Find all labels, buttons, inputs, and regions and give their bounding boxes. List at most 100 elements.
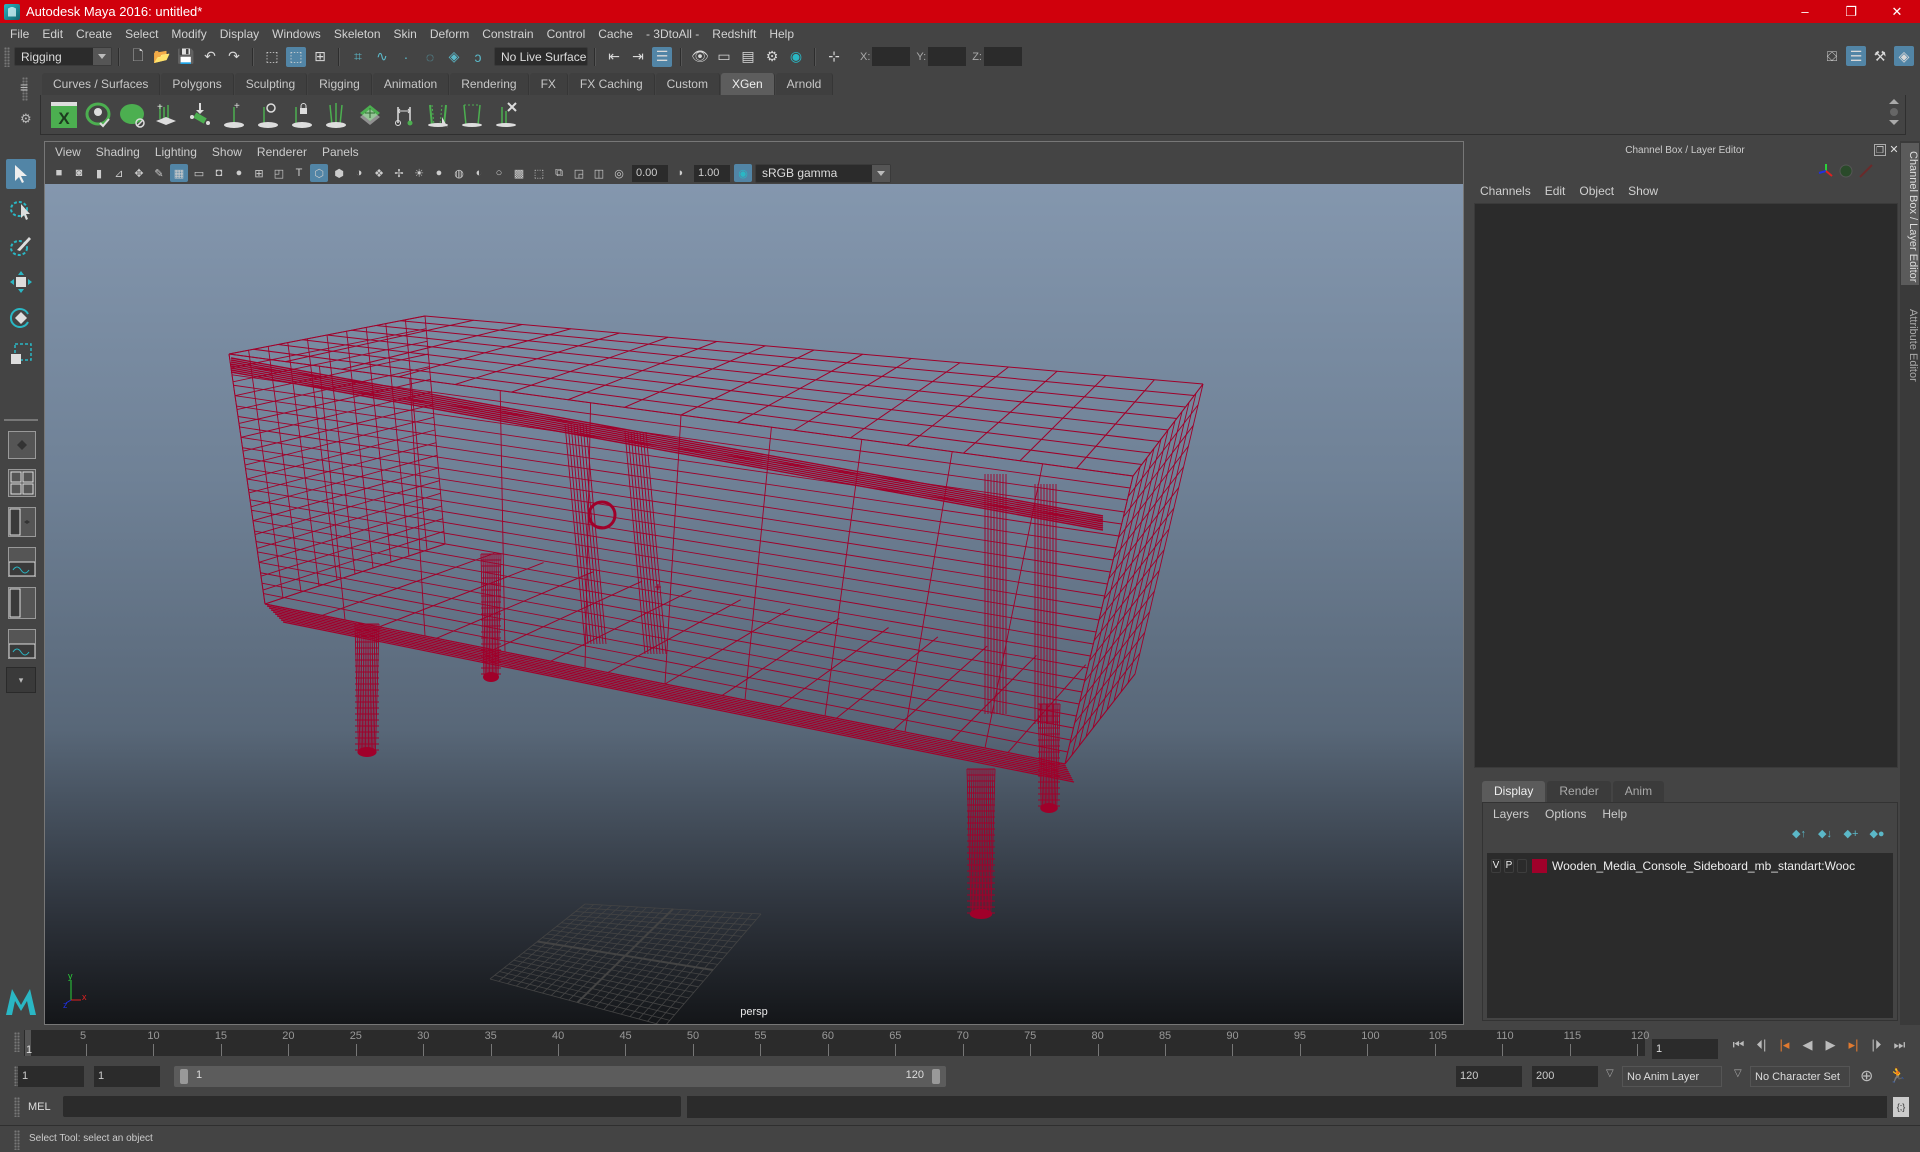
- animation-preferences-icon[interactable]: 🏃: [1888, 1066, 1907, 1084]
- shelf-tab-custom[interactable]: Custom: [655, 73, 720, 95]
- tool-settings-icon[interactable]: ⚒: [1870, 46, 1890, 66]
- image-plane-icon[interactable]: ⊿: [110, 164, 128, 182]
- menu-file[interactable]: File: [10, 27, 29, 41]
- select-camera-icon[interactable]: ■: [50, 164, 68, 182]
- grid-toggle-icon[interactable]: ▦: [170, 164, 188, 182]
- modeling-toolkit-icon[interactable]: ⛋: [1822, 46, 1842, 66]
- cb-menu-object[interactable]: Object: [1579, 184, 1614, 198]
- cb-menu-show[interactable]: Show: [1628, 184, 1658, 198]
- use-all-lights-icon[interactable]: ✢: [390, 164, 408, 182]
- viewport-menu-renderer[interactable]: Renderer: [257, 145, 307, 159]
- menu-display[interactable]: Display: [220, 27, 259, 41]
- script-editor-icon[interactable]: {;}: [1893, 1097, 1909, 1117]
- wireframe-icon[interactable]: ⬡: [310, 164, 328, 182]
- bookmark-icon[interactable]: ▮: [90, 164, 108, 182]
- layer-tab-anim[interactable]: Anim: [1612, 781, 1665, 802]
- snap-grid-icon[interactable]: ⌗: [348, 47, 368, 67]
- 2d-pan-zoom-icon[interactable]: ✥: [130, 164, 148, 182]
- add-guide-icon[interactable]: +: [219, 100, 249, 130]
- scale-tool-icon[interactable]: [6, 339, 36, 369]
- camera-attributes-icon[interactable]: ◙: [70, 164, 88, 182]
- select-component-icon[interactable]: ⊞: [310, 47, 330, 67]
- help-line-grip[interactable]: [14, 1130, 20, 1150]
- shelf-tab-curves-surfaces[interactable]: Curves / Surfaces: [42, 73, 161, 95]
- guide-tool-icon[interactable]: [457, 100, 487, 130]
- viewport-menu-view[interactable]: View: [55, 145, 81, 159]
- shelf-tab-fx[interactable]: FX: [529, 73, 568, 95]
- input-ops-icon[interactable]: ⇤: [604, 47, 624, 67]
- undo-icon[interactable]: ↶: [200, 47, 220, 67]
- le-menu-layers[interactable]: Layers: [1493, 807, 1529, 821]
- menu-select[interactable]: Select: [125, 27, 158, 41]
- save-scene-icon[interactable]: 💾: [176, 47, 196, 67]
- menu-edit[interactable]: Edit: [42, 27, 63, 41]
- time-slider-track[interactable]: 1 5 10 15 20 25 30 35 40 45 50 55 60 65 70 75 80 85 90 95 1…: [24, 1030, 1649, 1056]
- menu-cache[interactable]: Cache: [598, 27, 633, 41]
- construction-history-icon[interactable]: ☰: [652, 46, 672, 67]
- xray-icon[interactable]: ▩: [510, 164, 528, 182]
- add-guides-icon[interactable]: +: [151, 100, 181, 130]
- persp-outliner-graph-layout-icon[interactable]: [8, 629, 36, 659]
- step-back-key-icon[interactable]: |◂: [1773, 1033, 1796, 1057]
- menu-windows[interactable]: Windows: [272, 27, 321, 41]
- cb-menu-channels[interactable]: Channels: [1480, 184, 1531, 198]
- hyperbolic-icon[interactable]: [1858, 163, 1874, 179]
- field-chart-icon[interactable]: ⊞: [250, 164, 268, 182]
- shelf-tab-fx-caching[interactable]: FX Caching: [568, 73, 655, 95]
- range-end-handle[interactable]: [932, 1069, 940, 1084]
- auto-key-icon[interactable]: ⊕: [1860, 1066, 1873, 1086]
- redo-icon[interactable]: ↷: [224, 47, 244, 67]
- script-language-label[interactable]: MEL: [28, 1101, 51, 1113]
- four-view-layout-icon[interactable]: [8, 469, 36, 497]
- render-current-frame-icon[interactable]: ▭: [714, 47, 734, 67]
- character-set-dropdown[interactable]: No Character Set: [1750, 1066, 1850, 1087]
- float-panel-icon[interactable]: ❐: [1874, 144, 1886, 156]
- viewport-menu-lighting[interactable]: Lighting: [155, 145, 197, 159]
- x-field[interactable]: [872, 47, 911, 66]
- open-scene-icon[interactable]: 📂: [152, 47, 172, 67]
- menu-3dtoall[interactable]: - 3DtoAll -: [646, 27, 699, 41]
- move-guides-icon[interactable]: [389, 100, 419, 130]
- le-menu-help[interactable]: Help: [1602, 807, 1627, 821]
- motion-blur-icon[interactable]: ◍: [450, 164, 468, 182]
- wireframe-on-shaded-icon[interactable]: ◑: [350, 164, 368, 182]
- channel-box-content[interactable]: [1474, 203, 1898, 768]
- close-panel-icon[interactable]: ✕: [1888, 144, 1900, 156]
- film-gate-icon[interactable]: ▭: [190, 164, 208, 182]
- animation-start-field[interactable]: 1: [18, 1066, 84, 1087]
- select-hierarchy-icon[interactable]: ⬚: [262, 47, 282, 67]
- transform-mode-icon[interactable]: ⊹: [824, 47, 844, 67]
- shelf-tab-sculpting[interactable]: Sculpting: [234, 73, 308, 95]
- snap-live-icon[interactable]: ↄ: [468, 47, 488, 67]
- layer-color-swatch[interactable]: [1532, 859, 1547, 873]
- shelf-tab-rendering[interactable]: Rendering: [450, 73, 529, 95]
- menu-help[interactable]: Help: [769, 27, 794, 41]
- shelf-tab-xgen[interactable]: XGen: [720, 73, 775, 95]
- live-surface-field[interactable]: No Live Surface: [494, 47, 588, 66]
- range-start-handle[interactable]: [180, 1069, 188, 1084]
- cb-menu-edit[interactable]: Edit: [1545, 184, 1566, 198]
- menu-create[interactable]: Create: [76, 27, 112, 41]
- camera-settings-icon[interactable]: ◫: [590, 164, 608, 182]
- xray-joints-icon[interactable]: ◲: [570, 164, 588, 182]
- shadows-icon[interactable]: ☀: [410, 164, 428, 182]
- exposure-field[interactable]: 0.00: [632, 164, 668, 182]
- z-field[interactable]: [983, 47, 1022, 66]
- safe-action-icon[interactable]: ◰: [270, 164, 288, 182]
- sculpt-guide-icon[interactable]: [253, 100, 283, 130]
- screen-space-ao-icon[interactable]: ●: [430, 164, 448, 182]
- layer-display-type-toggle[interactable]: [1517, 859, 1527, 873]
- y-field[interactable]: [928, 47, 967, 66]
- step-forward-frame-icon[interactable]: |⏵: [1865, 1033, 1888, 1057]
- menuset-dropdown[interactable]: Rigging: [14, 47, 112, 66]
- play-backwards-icon[interactable]: ◀: [1796, 1033, 1819, 1057]
- restore-button[interactable]: ❐: [1828, 0, 1874, 23]
- close-button[interactable]: ✕: [1874, 0, 1920, 23]
- view-transform-dropdown[interactable]: sRGB gamma: [755, 163, 891, 183]
- speed-icon[interactable]: [1838, 163, 1854, 179]
- create-layer-from-selected-icon[interactable]: ◆●: [1867, 827, 1887, 843]
- select-guides-icon[interactable]: [423, 100, 453, 130]
- snap-point-icon[interactable]: ·: [396, 47, 416, 67]
- safe-title-icon[interactable]: T: [290, 164, 308, 182]
- minimize-button[interactable]: –: [1782, 0, 1828, 23]
